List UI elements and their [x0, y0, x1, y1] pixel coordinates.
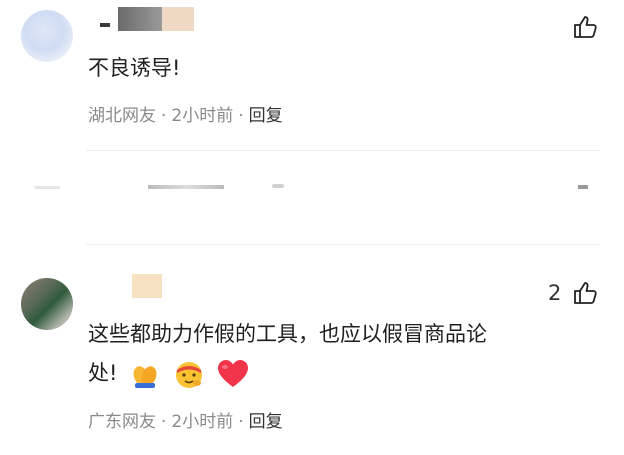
avatar[interactable] [21, 278, 73, 330]
red-heart-emoji [218, 360, 249, 387]
separator: · [161, 412, 167, 432]
like-count: 2 [548, 281, 562, 305]
username-blurred[interactable] [100, 5, 194, 33]
divider [86, 244, 600, 245]
comment-time: 2小时前 [171, 106, 234, 126]
username-blurred[interactable] [132, 274, 162, 298]
reply-button[interactable]: 回复 [249, 106, 283, 126]
reply-button[interactable]: 回复 [249, 412, 283, 432]
comment-text-line-1: 这些都助力作假的工具，也应以假冒商品论 [88, 322, 487, 346]
separator: · [238, 412, 244, 432]
comment-item: 不良诱导! 湖北网友 · 2小时前 · 回复 [0, 0, 624, 150]
comment-time: 2小时前 [171, 412, 234, 432]
comment-item: 2 这些都助力作假的工具，也应以假冒商品论 处! 广东网友 · 2小时前 · 回复 [0, 268, 624, 455]
comment-meta: 广东网友 · 2小时前 · 回复 [88, 407, 283, 432]
comment-region: 湖北网友 [88, 106, 156, 126]
face-with-headband-emoji [175, 362, 202, 388]
comment-region: 广东网友 [88, 412, 156, 432]
comment-text-line-2-content: 处! [88, 361, 118, 385]
comment-text: 不良诱导! [88, 56, 181, 80]
comment-text-line-2: 处! [88, 358, 249, 390]
separator: · [161, 106, 167, 126]
thumbs-up-icon[interactable] [572, 280, 598, 306]
folded-hands-emoji [133, 366, 157, 388]
obscured-comment [0, 182, 624, 194]
separator: · [238, 106, 244, 126]
avatar[interactable] [21, 10, 73, 62]
thumbs-up-icon[interactable] [572, 14, 598, 40]
comment-meta: 湖北网友 · 2小时前 · 回复 [88, 101, 283, 126]
divider [86, 150, 600, 151]
